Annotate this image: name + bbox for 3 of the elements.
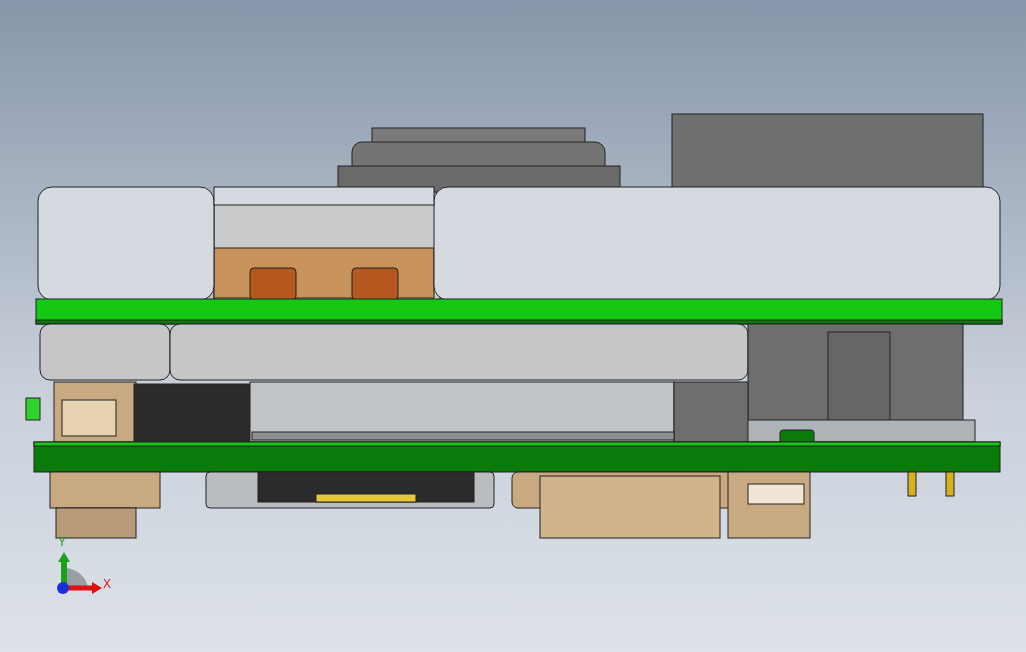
axis-triad-icon	[57, 552, 102, 594]
y-axis-label: Y	[58, 535, 66, 549]
x-axis-label: X	[103, 577, 111, 591]
